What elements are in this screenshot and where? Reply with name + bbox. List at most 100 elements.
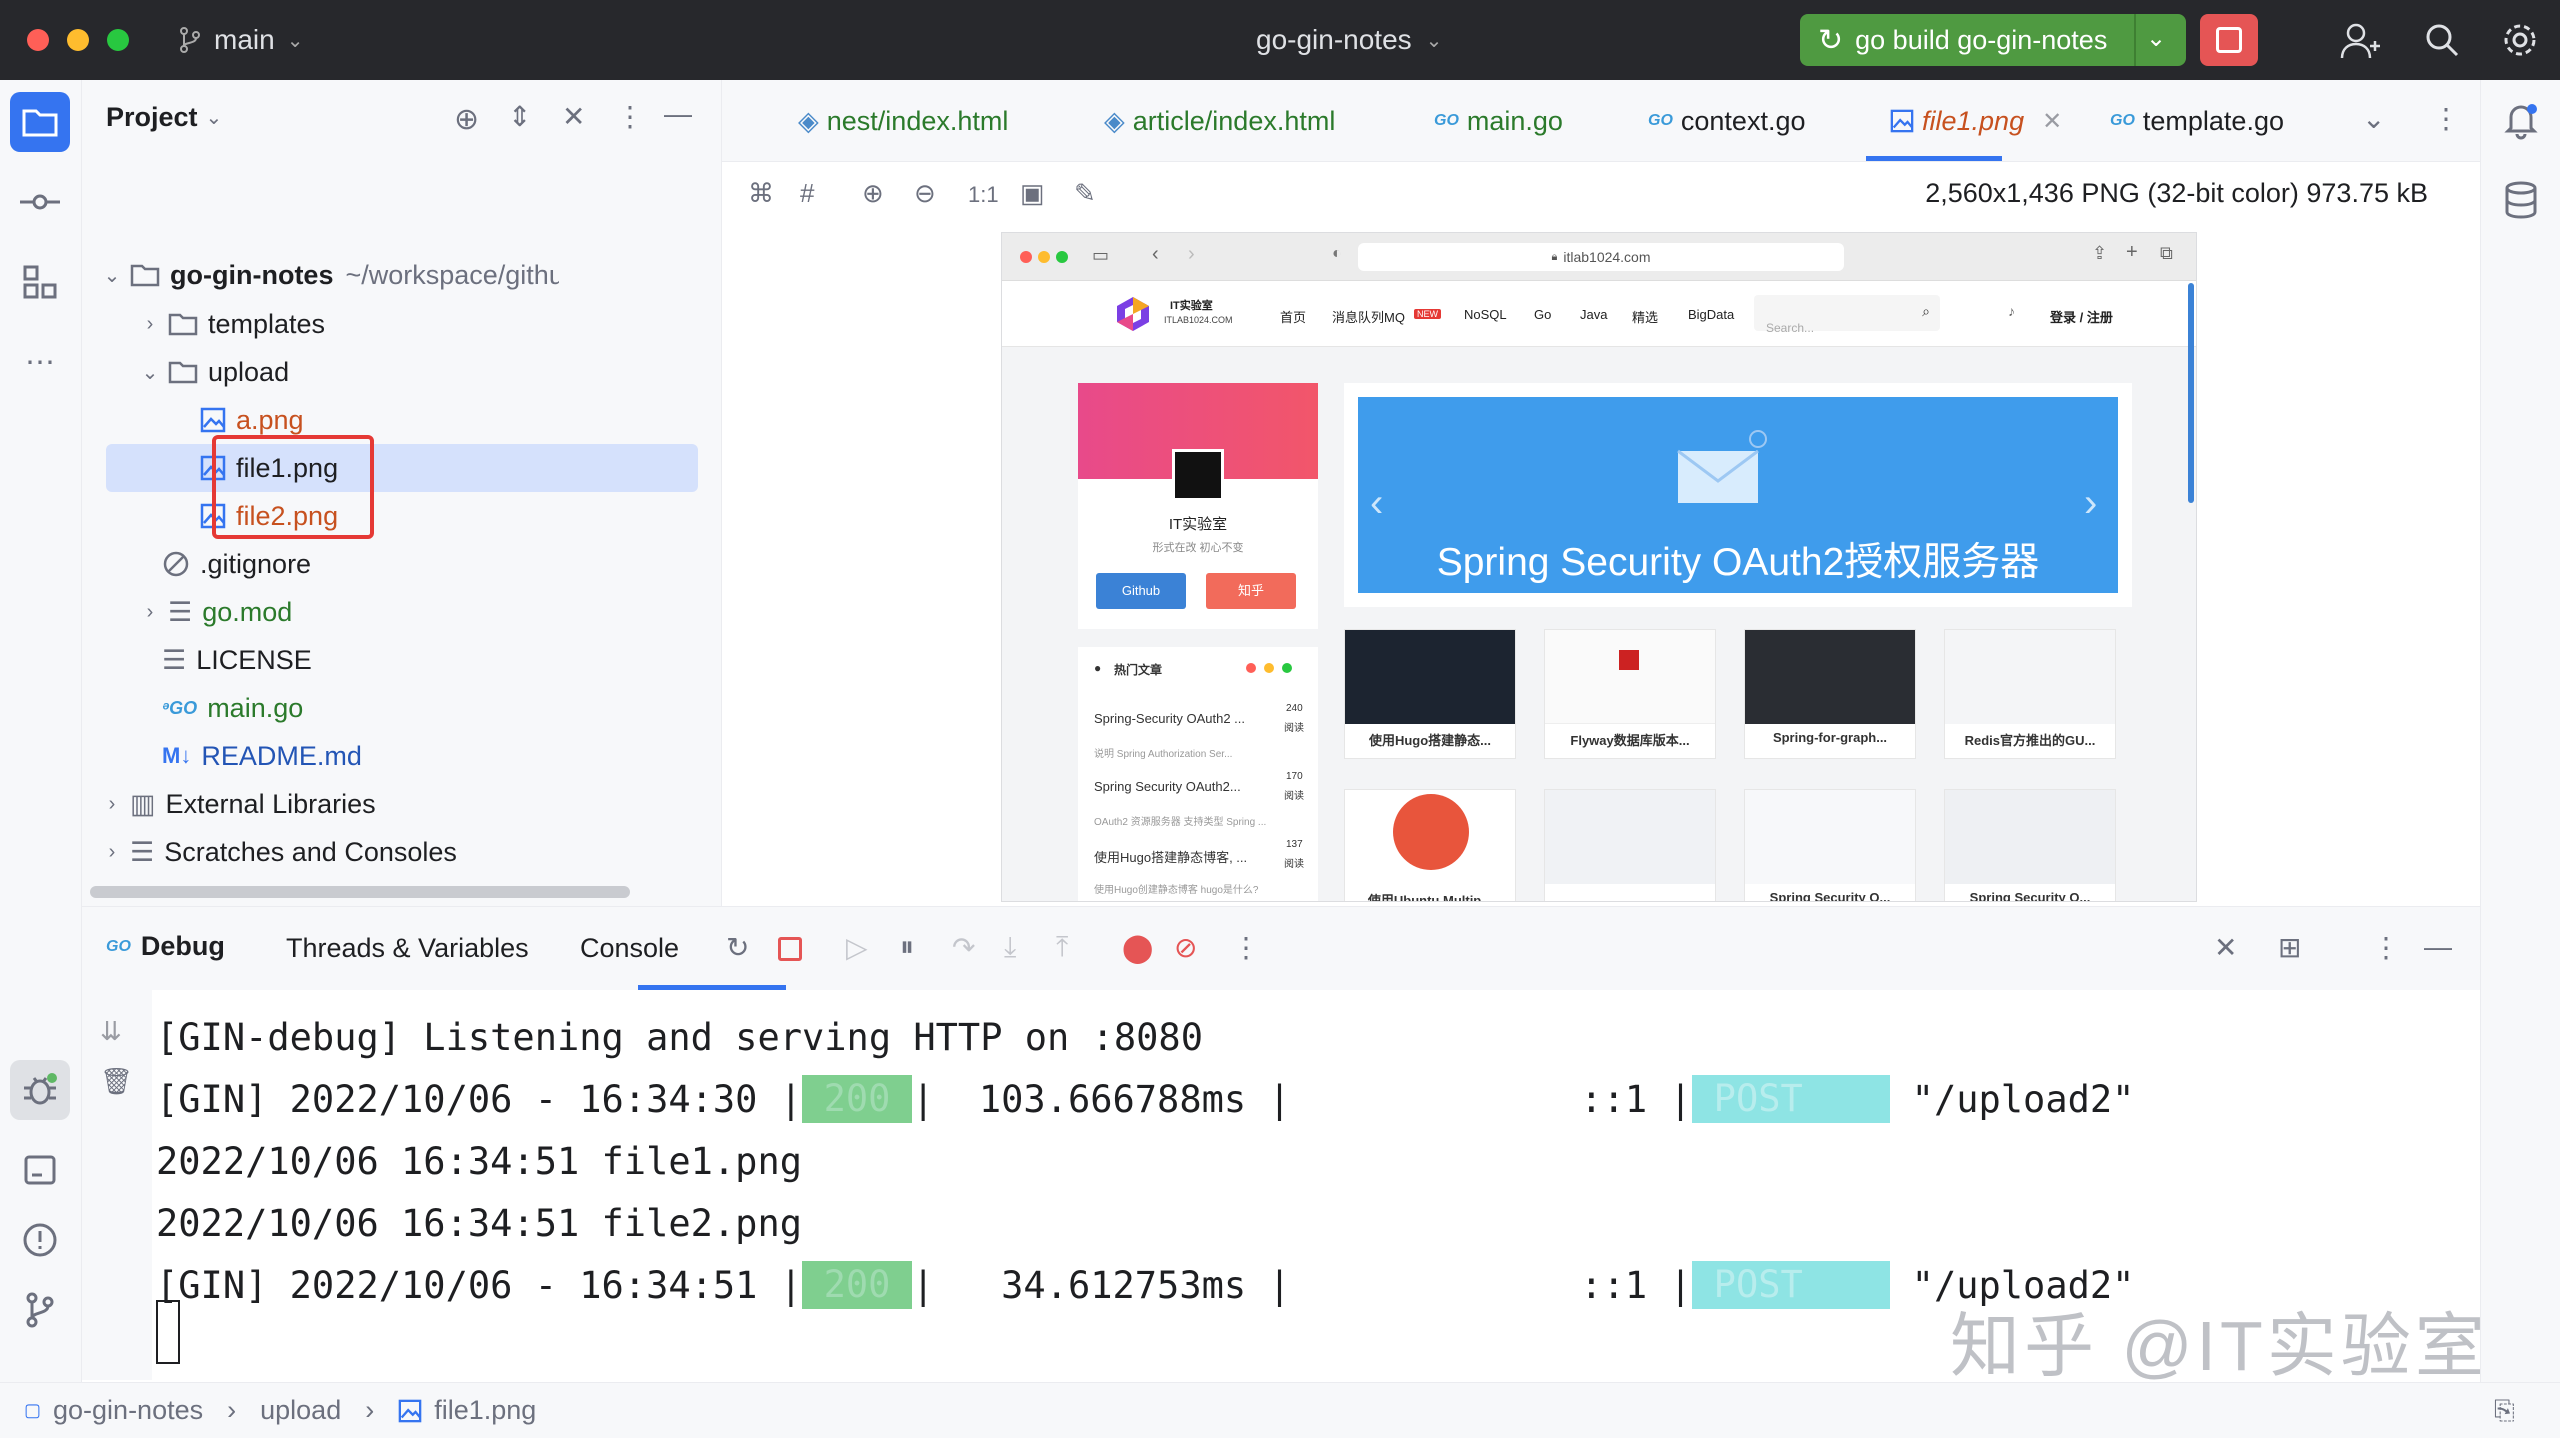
- trash-icon[interactable]: 🗑︎: [100, 1066, 133, 1097]
- tab-file1-png[interactable]: file1.png ✕: [1890, 80, 2062, 162]
- hide-panel-icon[interactable]: —: [2424, 931, 2452, 963]
- console-line: [GIN] 2022/10/06 - 16:34:51 | 200 | 34.612…: [156, 1258, 2134, 1312]
- structure-tool-button[interactable]: [10, 252, 70, 312]
- layout-icon[interactable]: ⊞: [2278, 931, 2301, 964]
- annotation-red-box: [212, 435, 374, 539]
- tab-context-go[interactable]: GO context.go: [1648, 80, 1805, 162]
- debug-panel-title[interactable]: GO Debug: [106, 931, 225, 962]
- project-name: go-gin-notes: [1256, 24, 1412, 55]
- tree-item-readme[interactable]: M↓ README.md: [154, 732, 362, 780]
- database-icon[interactable]: [2503, 180, 2539, 220]
- lock-icon[interactable]: ⎘: [2494, 1395, 2515, 1427]
- tab-main-go[interactable]: GO main.go: [1434, 80, 1563, 162]
- stop-icon[interactable]: [778, 937, 802, 961]
- debug-tool-button[interactable]: [10, 1060, 70, 1120]
- tab-template-go[interactable]: GO template.go: [2110, 80, 2284, 162]
- console-input-caret[interactable]: [156, 1300, 180, 1364]
- step-out-icon[interactable]: ⤒: [1056, 931, 1068, 964]
- horizontal-scrollbar[interactable]: [90, 886, 630, 898]
- zoom-out-icon[interactable]: ⊖: [914, 178, 936, 209]
- color-picker-icon[interactable]: ✎: [1074, 178, 1096, 209]
- project-panel: Project ⌄ ⊕ ⇕ ✕ ⋮ — ⌄ go-gin-notes ~/wor…: [82, 80, 722, 906]
- close-icon[interactable]: ✕: [2214, 931, 2237, 964]
- go-file-icon: GO: [2110, 112, 2135, 129]
- project-panel-title[interactable]: Project ⌄: [106, 102, 222, 133]
- zoom-in-icon[interactable]: ⊕: [862, 178, 884, 209]
- tree-item-external-libraries[interactable]: › ▥ External Libraries: [102, 780, 376, 828]
- tree-item-gitignore[interactable]: .gitignore: [154, 540, 311, 588]
- folder-icon: [168, 313, 198, 336]
- notifications-icon[interactable]: [2501, 100, 2541, 140]
- close-window-button[interactable]: [27, 29, 49, 51]
- site-logo-icon: [1117, 297, 1149, 331]
- preview-thumb-card: [1544, 789, 1716, 901]
- chevron-down-icon[interactable]: ⌄: [2362, 102, 2385, 135]
- minimize-window-button[interactable]: [67, 29, 89, 51]
- step-into-icon[interactable]: ⤓: [1004, 931, 1016, 964]
- branch-selector[interactable]: main ⌄: [178, 20, 303, 60]
- tree-item-scratches[interactable]: › ☰ Scratches and Consoles: [102, 828, 457, 876]
- ignore-file-icon: [163, 551, 189, 577]
- scroll-to-end-icon[interactable]: ⇊: [100, 1016, 122, 1047]
- pause-icon[interactable]: ⏸︎: [900, 931, 914, 964]
- expand-all-icon[interactable]: ⇕: [508, 100, 531, 133]
- terminal-tool-button[interactable]: [10, 1140, 70, 1200]
- stop-icon: [2216, 27, 2242, 53]
- more-options-icon[interactable]: ⋮: [1232, 931, 1260, 964]
- resume-icon[interactable]: ▷: [846, 931, 868, 964]
- mute-breakpoints-icon[interactable]: ⊘: [1174, 931, 1197, 964]
- commit-tool-button[interactable]: [10, 172, 70, 232]
- problems-tool-button[interactable]: [10, 1210, 70, 1270]
- background-icon[interactable]: ⌘: [748, 178, 774, 209]
- tab-article-index-html[interactable]: ◈ article/index.html: [1104, 80, 1335, 162]
- close-tab-icon[interactable]: ✕: [2042, 107, 2062, 136]
- hide-panel-icon[interactable]: —: [664, 98, 692, 130]
- search-icon[interactable]: [2424, 22, 2460, 58]
- collapse-all-icon[interactable]: ✕: [562, 100, 585, 133]
- rerun-icon[interactable]: ↻: [726, 931, 749, 964]
- tree-item-root[interactable]: ⌄ go-gin-notes ~/workspace/github/go-gin…: [102, 251, 560, 299]
- go-file-icon: GO: [1648, 112, 1673, 129]
- chevron-right-icon: ›: [146, 600, 154, 623]
- folder-icon: [130, 264, 160, 287]
- shield-icon: ◐: [1332, 245, 1342, 262]
- bug-icon: [24, 1073, 57, 1105]
- tree-item-go-mod[interactable]: › ☰ go.mod: [140, 588, 293, 636]
- view-breakpoints-icon[interactable]: ⬤: [1122, 931, 1153, 964]
- maximize-window-button[interactable]: [107, 29, 129, 51]
- locate-file-icon[interactable]: ⊕: [454, 102, 479, 137]
- tree-item-templates[interactable]: › templates: [140, 300, 325, 348]
- fit-zoom-icon[interactable]: ▣: [1020, 178, 1045, 209]
- tab-console[interactable]: Console: [580, 933, 679, 964]
- options-menu-icon[interactable]: ⋮: [2372, 931, 2400, 964]
- breadcrumb-item[interactable]: upload: [260, 1395, 341, 1426]
- tree-item-main-go[interactable]: ᵊGO main.go: [154, 684, 303, 732]
- gear-icon[interactable]: [2500, 20, 2540, 60]
- grid-icon[interactable]: #: [800, 178, 814, 209]
- git-tool-button[interactable]: [10, 1280, 70, 1340]
- back-icon: ‹: [1152, 243, 1159, 265]
- scratches-icon: ☰: [130, 836, 155, 867]
- step-over-icon[interactable]: ↷: [952, 931, 975, 964]
- tab-nest-index-html[interactable]: ◈ nest/index.html: [798, 80, 1008, 162]
- actual-size-button[interactable]: 1:1: [968, 182, 999, 208]
- breadcrumb-item[interactable]: file1.png: [434, 1395, 536, 1426]
- tree-item-upload[interactable]: ⌄ upload: [140, 348, 289, 396]
- run-configuration-button[interactable]: ↻ go build go-gin-notes ⌄: [1800, 14, 2186, 66]
- stop-button[interactable]: [2200, 14, 2258, 66]
- tree-item-license[interactable]: ☰ LICENSE: [154, 636, 312, 684]
- project-selector[interactable]: go-gin-notes ⌄: [1256, 20, 1442, 60]
- options-menu-icon[interactable]: ⋮: [616, 100, 644, 133]
- user-icon[interactable]: [2340, 22, 2380, 60]
- breadcrumb-item[interactable]: go-gin-notes: [53, 1395, 203, 1426]
- project-tool-button[interactable]: [10, 92, 70, 152]
- tab-threads-variables[interactable]: Threads & Variables: [286, 933, 529, 964]
- chevron-down-icon[interactable]: ⌄: [2146, 24, 2166, 53]
- branch-icon: [180, 27, 200, 53]
- tab-options-icon[interactable]: ⋮: [2432, 102, 2460, 135]
- structure-icon: [23, 265, 57, 299]
- right-tool-stripe: [2480, 80, 2560, 1382]
- more-tools-icon[interactable]: ⋯: [10, 332, 70, 392]
- run-configuration-label: go build go-gin-notes: [1855, 24, 2108, 55]
- preview-thumb-card: Redis官方推出的GU...: [1944, 629, 2116, 759]
